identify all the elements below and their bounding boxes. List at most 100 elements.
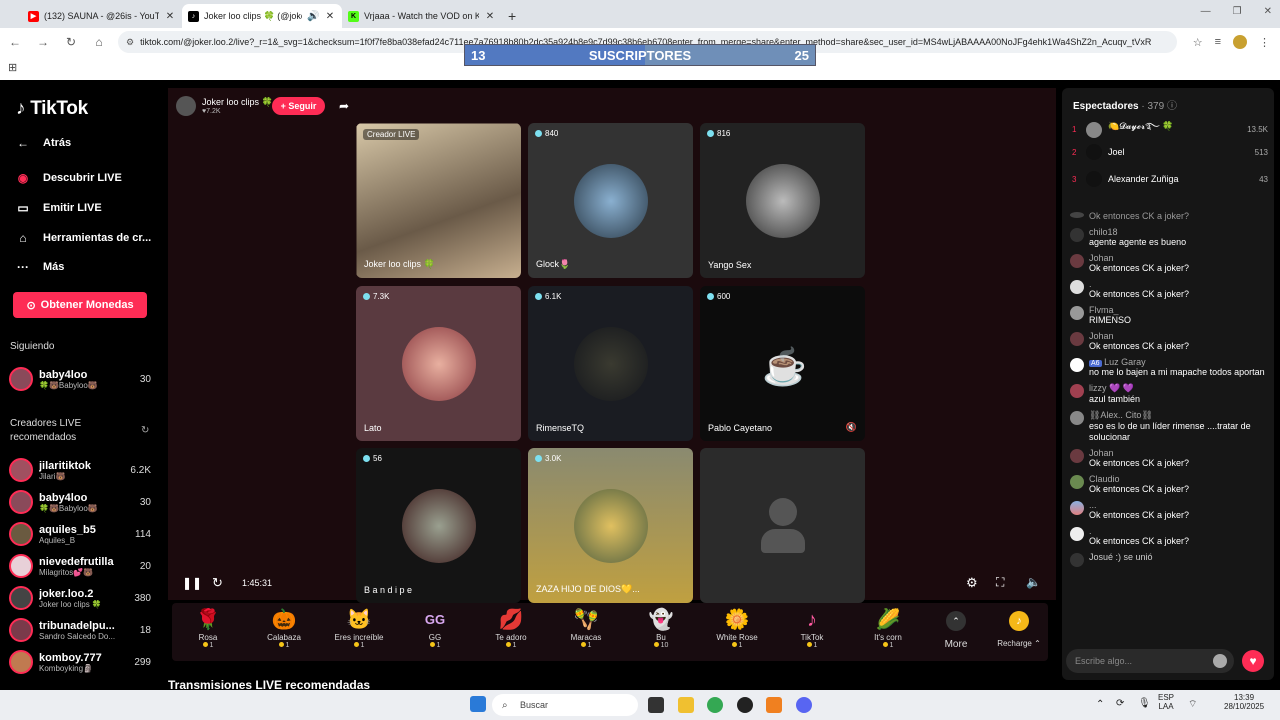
chat-list[interactable]: Ok entonces CK a joker? chilo18 agente ag… [1070, 211, 1266, 641]
chrome-icon[interactable] [707, 697, 723, 713]
back-icon[interactable]: ← [6, 35, 24, 49]
rank: 2 [1072, 147, 1077, 157]
nav-back[interactable]: ← Atrás [15, 136, 71, 150]
windows-start-icon[interactable] [470, 696, 486, 712]
forward-icon[interactable]: → [34, 35, 52, 49]
guest-tile[interactable]: 7.3K Lato [356, 286, 521, 441]
obs-icon[interactable] [737, 697, 753, 713]
gift-item[interactable]: 🎃 Calabaza 1 [254, 607, 314, 649]
gift-item[interactable]: 🌽 It's corn 1 [858, 607, 918, 649]
gift-item[interactable]: 👻 Bu 10 [631, 607, 691, 649]
home-icon[interactable]: ⌂ [90, 35, 108, 49]
site-info-icon[interactable]: ⚙ [126, 37, 134, 48]
guest-tile[interactable]: ☕ 600 Pablo Cayetano 🔇 [700, 286, 865, 441]
minimize-icon[interactable]: — [1201, 6, 1211, 17]
top-viewer[interactable]: 1 🍋𝓓𝓪𝔂𝓮𝓻࿐ 🍀 13.5K [1072, 117, 1268, 142]
close-icon[interactable]: ✕ [324, 11, 336, 22]
speaker-icon[interactable]: 🔊 [307, 11, 319, 22]
gift-item[interactable]: ♪ TikTok 1 [782, 607, 842, 649]
recommended-item[interactable]: aquiles_b5 Aquiles_B 114 [9, 522, 151, 546]
guest-tile[interactable]: 816 Yango Sex [700, 123, 865, 278]
fullscreen-icon[interactable]: ⛶ [996, 575, 1004, 590]
diamond-icon [707, 130, 714, 137]
app-icon[interactable] [766, 697, 782, 713]
clock[interactable]: 13:39 28/10/2025 [1224, 693, 1264, 711]
gift-item[interactable]: 🐱 Eres increíble 1 [329, 607, 389, 649]
reading-list-icon[interactable]: ≡ [1215, 36, 1221, 48]
microphone-icon[interactable]: 🎙 [1138, 698, 1151, 709]
browser-tab[interactable]: K Vrjaaa - Watch the VOD on Kic ✕ [342, 4, 502, 28]
follow-button[interactable]: + Seguir [272, 97, 325, 115]
pause-icon[interactable]: ❚❚ [182, 576, 202, 590]
restore-icon[interactable]: ❐ [1233, 6, 1242, 17]
share-icon[interactable]: ➦ [339, 99, 349, 113]
coins-label: Obtener Monedas [40, 299, 134, 311]
reload-icon[interactable]: ↻ [62, 35, 80, 49]
language-indicator[interactable]: ESP LAA [1158, 693, 1174, 711]
account-sub: Jilari🐻 [39, 471, 66, 481]
bookmark-star-icon[interactable]: ☆ [1193, 36, 1203, 49]
gift-item[interactable]: 💋 Te adoro 1 [481, 607, 541, 649]
guest-badge: Creador LIVE [363, 129, 420, 140]
gift-item[interactable]: GG GG 1 [405, 607, 465, 649]
kick-icon: K [348, 10, 359, 22]
recommended-item[interactable]: baby4loo 🍀🐻Babyloo🐻 30 [9, 490, 151, 514]
nav-go-live[interactable]: ▭ Emitir LIVE [15, 201, 101, 215]
guest-tile[interactable]: 6.1K RimenseTQ [528, 286, 693, 441]
browser-tab-active[interactable]: ♪ Joker loo clips 🍀 (@joker.l 🔊 ✕ [182, 4, 342, 28]
tray-chevron-icon[interactable]: ⌃ [1096, 699, 1104, 710]
refresh-icon[interactable]: ↻ [141, 425, 149, 436]
viewer-count: 30 [139, 496, 151, 508]
gift-item[interactable]: 🪇 Maracas 1 [556, 607, 616, 649]
guest-tile[interactable]: 840 Glock🌷 [528, 123, 693, 278]
heart-button[interactable]: ♥ [1242, 650, 1264, 672]
nav-creator-tools[interactable]: ⌂ Herramientas de cr... [15, 231, 151, 245]
chat-user: Johan [1089, 331, 1114, 341]
new-tab-button[interactable]: + [508, 4, 516, 28]
pumpkin-icon: 🎃 [271, 609, 297, 631]
guest-tile[interactable]: Creador LIVE Joker loo clips 🍀 [356, 123, 521, 278]
recommended-item[interactable]: nievedefrutilla Milagritos💕🐻 20 [9, 554, 151, 578]
tray-app-icon[interactable]: ⟳ [1116, 698, 1124, 709]
settings-icon[interactable]: ⚙ [966, 575, 978, 591]
top-viewer[interactable]: 3 Alexander Zuñiga 43 [1072, 171, 1268, 187]
badge-text: 600 [717, 292, 731, 301]
menu-icon[interactable]: ⋮ [1259, 36, 1270, 49]
recommended-item[interactable]: tribunadelpu... Sandro Salcedo Do... 18 [9, 618, 151, 642]
volume-icon[interactable]: 🔈 [1026, 575, 1041, 589]
gift-item[interactable]: 🌹 Rosa 1 [178, 607, 238, 649]
replay-icon[interactable]: ↻ [212, 575, 223, 591]
gift-item[interactable]: 🌼 White Rose 1 [707, 607, 767, 649]
chat-input[interactable]: Escribe algo... [1066, 649, 1234, 673]
task-view-icon[interactable] [648, 697, 664, 713]
recharge-button[interactable]: ♪ Recharge ⌃ [992, 611, 1046, 648]
top-viewer[interactable]: 2 Joel 513 [1072, 144, 1268, 160]
nav-discover-live[interactable]: ◉ Descubrir LIVE [15, 171, 122, 185]
nav-more[interactable]: ··· Más [15, 260, 64, 274]
file-explorer-icon[interactable] [678, 697, 694, 713]
gift-price: 1 [858, 642, 918, 649]
network-icon[interactable]: ⌔ [1188, 698, 1197, 711]
recommended-item[interactable]: komboy.777 Komboyking🗿 299 [9, 650, 151, 674]
close-icon[interactable]: ✕ [164, 11, 176, 22]
close-window-icon[interactable]: ✕ [1264, 6, 1272, 17]
info-icon[interactable]: ⓘ [1167, 101, 1177, 112]
following-item[interactable]: baby4loo 🍀🐻Babyloo🐻 30 [9, 367, 151, 391]
recommended-item[interactable]: joker.loo.2 Joker loo clips 🍀 380 [9, 586, 151, 610]
viewer-name: 🍋𝓓𝓪𝔂𝓮𝓻࿐ 🍀 [1108, 121, 1174, 131]
guest-avatar [573, 163, 648, 238]
get-coins-button[interactable]: ⊙ Obtener Monedas [13, 292, 147, 318]
chat-text: Ok entonces CK a joker? [1089, 510, 1190, 520]
recommended-item[interactable]: jilaritiktok Jilari🐻 6.2K [9, 458, 151, 482]
browser-tab[interactable]: ▶ (132) SAUNA - @26is - YouTube ✕ [22, 4, 182, 28]
chat-user: Johan [1089, 448, 1114, 458]
profile-avatar[interactable] [1233, 35, 1247, 49]
apps-grid-icon[interactable]: ⊞ [8, 61, 17, 74]
more-gifts-button[interactable]: ⌃ More [940, 611, 972, 650]
host-info[interactable]: Joker loo clips 🍀 ♥7.2K [176, 96, 273, 116]
close-icon[interactable]: ✕ [484, 11, 496, 22]
taskbar-search[interactable]: ⌕ Buscar [492, 694, 638, 716]
emoji-icon[interactable] [1213, 654, 1227, 668]
discord-icon[interactable] [796, 697, 812, 713]
tiktok-logo[interactable]: ♪ TikTok [16, 98, 88, 120]
